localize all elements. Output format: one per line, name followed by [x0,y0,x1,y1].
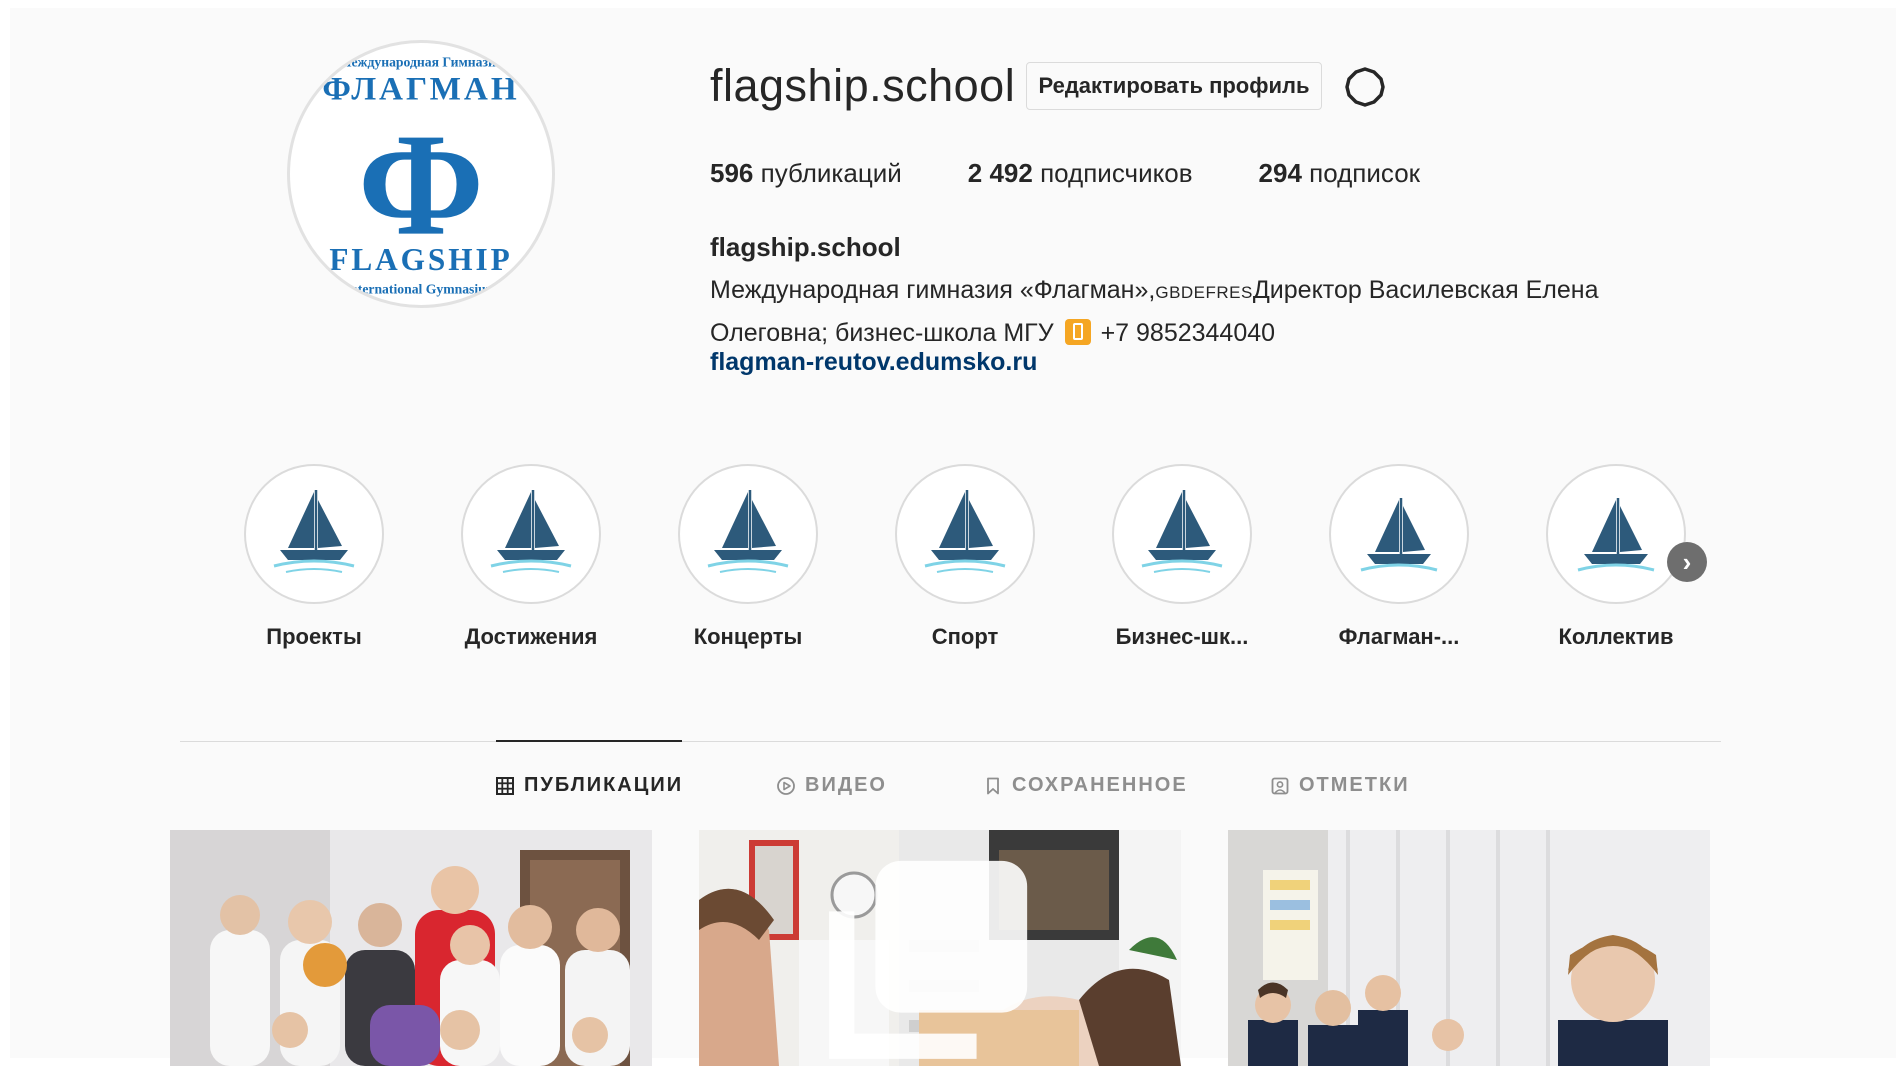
tab-label: СОХРАНЕННОЕ [1012,774,1188,796]
tab-label: ВИДЕО [805,774,887,796]
edit-profile-button[interactable]: Редактировать профиль [1026,62,1322,110]
settings-gear-icon[interactable] [1344,66,1386,108]
carousel-multiple-icon [829,860,1028,1059]
profile-stats: 596 публикаций 2 492 подписчиков 294 под… [710,158,1486,189]
highlight-cover [678,464,818,604]
tab-tagged[interactable]: ОТМЕТКИ [1271,774,1410,797]
highlights-next-button[interactable]: › [1667,542,1707,582]
highlight-cover [1112,464,1252,604]
highlight-label: Бизнес-шк... [1115,624,1249,649]
sailboat-icon [707,490,789,573]
sailboat-icon [1360,498,1438,572]
grid-icon [496,776,514,795]
post-thumbnail[interactable] [1228,830,1710,1066]
tab-label: ОТМЕТКИ [1299,774,1410,796]
svg-text:International Gymnasium: International Gymnasium [345,281,498,296]
sailboat-icon [490,490,572,573]
highlight-label: Коллектив [1558,624,1674,649]
tab-label: ПУБЛИКАЦИИ [524,774,684,796]
chevron-right-icon: › [1682,546,1692,577]
bio-text: Международная гимназия «Флагман»,GBDEFRE… [710,276,1599,347]
svg-text:FLAGSHIP: FLAGSHIP [329,242,512,277]
svg-text:Международная Гимназия: Международная Гимназия [339,54,504,69]
tab-posts[interactable]: ПУБЛИКАЦИИ [496,774,683,797]
highlight-projects[interactable]: Проекты [214,464,414,650]
post-thumbnail[interactable] [170,830,652,1066]
profile-avatar[interactable]: Международная Гимназия ФЛАГМАН Ф FLAGSHI… [287,40,555,308]
bio-name: flagship.school [710,232,901,262]
highlight-cover [1546,464,1686,604]
school-logo-icon: Международная Гимназия ФЛАГМАН Ф FLAGSHI… [293,46,549,302]
highlight-achievements[interactable]: Достижения [431,464,631,650]
post-image [1228,830,1710,1066]
sailboat-icon [1577,498,1655,572]
highlight-cover [1329,464,1469,604]
posts-count[interactable]: 596 публикаций [710,158,902,189]
highlight-sport[interactable]: Спорт [865,464,1065,650]
highlight-business-school[interactable]: Бизнес-шк... [1082,464,1282,650]
sailboat-icon [273,490,355,573]
bookmark-icon [987,777,999,794]
active-tab-indicator [496,740,682,742]
tab-saved[interactable]: СОХРАНЕННОЕ [984,774,1188,797]
post-thumbnail[interactable] [699,830,1181,1066]
highlight-cover [461,464,601,604]
tag-person-icon [1271,777,1289,794]
website-link[interactable]: flagman-reutov.edumsko.ru [710,348,1037,377]
followers-count[interactable]: 2 492 подписчиков [968,158,1193,189]
profile-username: flagship.school [710,60,1016,111]
highlight-concerts[interactable]: Концерты [648,464,848,650]
highlight-label: Проекты [266,624,362,649]
sailboat-icon [1141,490,1223,573]
highlight-label: Достижения [464,624,598,649]
post-image [170,830,652,1066]
tab-video[interactable]: ВИДЕО [777,774,887,797]
following-count[interactable]: 294 подписок [1259,158,1421,189]
tabs-divider [180,741,1721,742]
mobile-phone-icon [1064,319,1091,345]
highlight-label: Флагман-... [1338,624,1460,649]
highlight-cover [244,464,384,604]
play-icon [777,776,795,795]
sailboat-icon [924,490,1006,573]
highlight-cover [895,464,1035,604]
profile-page: Международная Гимназия ФЛАГМАН Ф FLAGSHI… [10,8,1896,1066]
highlight-label: Концерты [693,624,803,649]
highlight-flagman[interactable]: Флагман-... [1299,464,1499,650]
highlight-label: Спорт [931,624,999,649]
